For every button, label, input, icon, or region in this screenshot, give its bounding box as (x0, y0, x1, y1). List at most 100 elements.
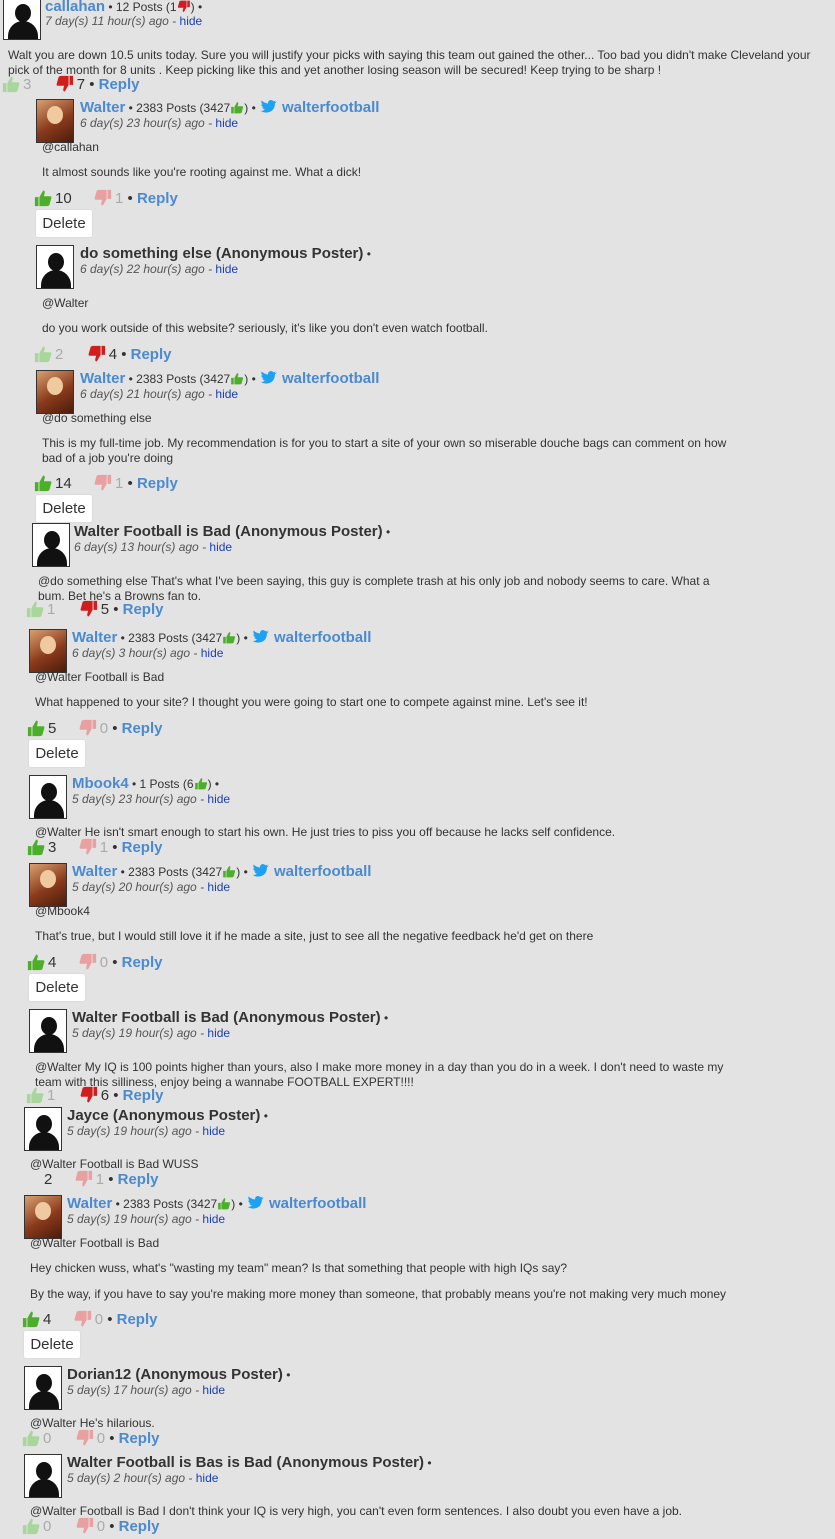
thumbs-up-icon[interactable] (22, 1429, 40, 1447)
thumbs-up-icon[interactable] (26, 600, 44, 618)
twitter-link[interactable]: walterfootball (282, 99, 380, 116)
avatar[interactable] (29, 1009, 67, 1053)
hide-link[interactable]: hide (207, 1026, 230, 1040)
reply-link[interactable]: Reply (119, 1430, 160, 1447)
thumbs-up-icon[interactable] (27, 953, 45, 971)
delete-button[interactable]: Delete (23, 1330, 81, 1359)
reply-link[interactable]: Reply (123, 601, 164, 618)
hide-link[interactable]: hide (201, 646, 224, 660)
hide-link[interactable]: hide (202, 1212, 225, 1226)
hide-link[interactable]: hide (202, 1383, 225, 1397)
thumbs-down-icon[interactable] (79, 953, 97, 971)
hide-link[interactable]: hide (207, 880, 230, 894)
thumbs-down-icon[interactable] (94, 474, 112, 492)
avatar[interactable] (29, 775, 67, 819)
twitter-icon[interactable] (252, 864, 270, 878)
thumbs-up-icon[interactable] (22, 1517, 40, 1535)
thumbs-down-icon[interactable] (75, 1170, 93, 1188)
hide-link[interactable]: hide (215, 387, 238, 401)
comment-text: @Walter Football is Bad (35, 670, 165, 684)
twitter-icon[interactable] (247, 1196, 265, 1210)
avatar[interactable] (36, 245, 74, 289)
thumbs-up-icon[interactable] (34, 474, 52, 492)
upvote-count: 3 (23, 76, 32, 93)
comment: Walter Football is Bad (Anonymous Poster… (32, 523, 812, 623)
author-link[interactable]: callahan (45, 0, 105, 15)
thumbs-up-icon (217, 1197, 231, 1210)
avatar[interactable] (24, 1195, 62, 1239)
avatar[interactable] (24, 1454, 62, 1498)
reply-link[interactable]: Reply (131, 346, 172, 363)
avatar[interactable] (36, 99, 74, 143)
twitter-icon[interactable] (252, 630, 270, 644)
thumbs-up-icon[interactable] (34, 189, 52, 207)
avatar[interactable] (24, 1107, 62, 1151)
twitter-icon[interactable] (260, 100, 278, 114)
thumbs-down-icon[interactable] (80, 1086, 98, 1104)
avatar[interactable] (29, 863, 67, 907)
downvote-count: 1 (95, 1171, 105, 1188)
twitter-link[interactable]: walterfootball (282, 370, 380, 387)
thumbs-down-icon[interactable] (76, 1429, 94, 1447)
thumbs-up-icon (222, 865, 236, 878)
avatar[interactable] (3, 0, 41, 40)
hide-link[interactable]: hide (215, 116, 238, 130)
thumbs-up-icon[interactable] (26, 1086, 44, 1104)
reply-link[interactable]: Reply (118, 1171, 159, 1188)
twitter-link[interactable]: walterfootball (274, 863, 372, 880)
author-link[interactable]: Walter (72, 863, 117, 880)
avatar[interactable] (36, 370, 74, 414)
avatar[interactable] (29, 629, 67, 673)
downvote-count: 4 (108, 346, 118, 363)
thumbs-up-icon[interactable] (27, 719, 45, 737)
thumbs-down-icon[interactable] (80, 600, 98, 618)
thumbs-down-icon[interactable] (94, 189, 112, 207)
reply-link[interactable]: Reply (99, 76, 140, 93)
upvote-count: 4 (43, 1311, 52, 1328)
hide-link[interactable]: hide (180, 14, 203, 28)
avatar[interactable] (32, 523, 70, 567)
author-link[interactable]: Mbook4 (72, 775, 129, 792)
hide-link[interactable]: hide (207, 792, 230, 806)
thumbs-down-icon[interactable] (79, 838, 97, 856)
delete-button[interactable]: Delete (35, 494, 93, 523)
reply-link[interactable]: Reply (122, 720, 163, 737)
vote-bar: 3 7 • Reply (2, 75, 139, 95)
reply-link[interactable]: Reply (137, 190, 178, 207)
thumbs-up-icon[interactable] (27, 838, 45, 856)
thumbs-up-icon[interactable] (34, 345, 52, 363)
thumbs-down-icon[interactable] (56, 75, 74, 93)
delete-button[interactable]: Delete (28, 739, 86, 768)
thumbs-up-icon[interactable] (22, 1310, 40, 1328)
thumbs-down-icon[interactable] (74, 1310, 92, 1328)
reply-link[interactable]: Reply (123, 1087, 164, 1104)
author-link[interactable]: Walter (67, 1195, 112, 1212)
hide-link[interactable]: hide (215, 262, 238, 276)
twitter-link[interactable]: walterfootball (274, 629, 372, 646)
author-name: Jayce (Anonymous Poster) (67, 1107, 261, 1124)
hide-link[interactable]: hide (202, 1124, 225, 1138)
reply-link[interactable]: Reply (122, 839, 163, 856)
reply-link[interactable]: Reply (137, 475, 178, 492)
author-name: Walter Football is Bad (Anonymous Poster… (72, 1009, 381, 1026)
thumbs-down-icon[interactable] (79, 719, 97, 737)
post-count: • 2383 Posts (3427 (125, 372, 231, 386)
delete-button[interactable]: Delete (35, 209, 93, 238)
delete-button[interactable]: Delete (28, 973, 86, 1002)
author-link[interactable]: Walter (72, 629, 117, 646)
hide-link[interactable]: hide (196, 1471, 219, 1485)
thumbs-down-icon[interactable] (76, 1517, 94, 1535)
reply-link[interactable]: Reply (119, 1518, 160, 1535)
avatar[interactable] (24, 1366, 62, 1410)
downvote-count: 1 (99, 839, 109, 856)
author-link[interactable]: Walter (80, 99, 125, 116)
reply-link[interactable]: Reply (122, 954, 163, 971)
thumbs-down-icon[interactable] (88, 345, 106, 363)
comment: Walter • 2383 Posts (3427) • walterfootb… (29, 863, 809, 1003)
reply-link[interactable]: Reply (117, 1311, 158, 1328)
twitter-link[interactable]: walterfootball (269, 1195, 367, 1212)
hide-link[interactable]: hide (209, 540, 232, 554)
thumbs-up-icon[interactable] (2, 75, 20, 93)
author-link[interactable]: Walter (80, 370, 125, 387)
twitter-icon[interactable] (260, 371, 278, 385)
